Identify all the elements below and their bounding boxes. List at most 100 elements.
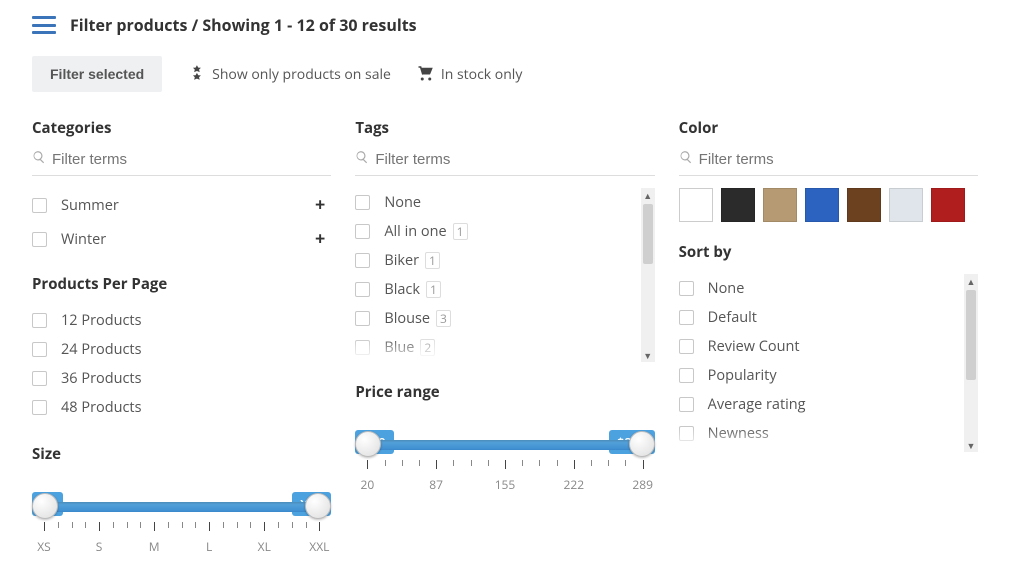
list-item[interactable]: 24 Products (32, 335, 331, 364)
price-handle-min[interactable] (355, 431, 381, 457)
color-search-input[interactable] (699, 151, 978, 168)
list-item[interactable]: Price: low to high (679, 448, 958, 452)
size-handle-max[interactable] (305, 493, 331, 519)
checkbox[interactable] (679, 339, 694, 354)
search-icon (679, 150, 693, 169)
item-label: Average rating (708, 395, 806, 414)
color-swatch[interactable] (847, 188, 881, 222)
tags-scroll-thumb[interactable] (643, 204, 653, 264)
list-item[interactable]: None (355, 188, 634, 217)
color-swatch[interactable] (679, 188, 713, 222)
checkbox[interactable] (355, 224, 370, 239)
list-item[interactable]: Black1 (355, 275, 634, 304)
checkbox[interactable] (355, 340, 370, 355)
list-item[interactable]: Blue2 (355, 333, 634, 362)
checkbox[interactable] (679, 426, 694, 441)
count-badge: 1 (425, 252, 440, 270)
tags-search-input[interactable] (375, 151, 654, 168)
list-item[interactable]: 12 Products (32, 306, 331, 335)
list-item[interactable]: Summer + (32, 188, 331, 222)
search-icon (355, 150, 369, 169)
checkbox[interactable] (355, 253, 370, 268)
color-swatch[interactable] (805, 188, 839, 222)
color-swatch[interactable] (763, 188, 797, 222)
expand-icon[interactable]: + (315, 227, 331, 251)
list-item[interactable]: 48 Products (32, 393, 331, 422)
in-stock-toggle[interactable]: In stock only (417, 64, 522, 85)
categories-search[interactable] (32, 150, 331, 176)
list-item[interactable]: Newness (679, 419, 958, 448)
item-label: None (384, 193, 421, 212)
checkbox[interactable] (32, 371, 47, 386)
scroll-up-icon[interactable]: ▲ (641, 188, 655, 202)
count-badge: 2 (420, 339, 435, 357)
list-item[interactable]: Popularity (679, 361, 958, 390)
size-tick-label: XL (258, 538, 271, 555)
list-item[interactable]: Review Count (679, 332, 958, 361)
item-label: Summer (61, 196, 119, 215)
sort-scrollbar[interactable]: ▲ ▼ (964, 274, 978, 452)
size-handle-min[interactable] (32, 493, 58, 519)
item-label: Popularity (708, 366, 777, 385)
scroll-down-icon[interactable]: ▼ (964, 438, 978, 452)
checkbox[interactable] (32, 400, 47, 415)
list-item[interactable]: None (679, 274, 958, 303)
on-sale-toggle[interactable]: Show only products on sale (188, 64, 391, 85)
checkbox[interactable] (32, 313, 47, 328)
checkbox[interactable] (679, 368, 694, 383)
sort-scrollbox: NoneDefault Review Count Popularity Average… (679, 274, 978, 452)
list-item[interactable]: All in one1 (355, 217, 634, 246)
tags-scrollbox: NoneAll in one1Biker1Black1Blouse3Blue2B… (355, 188, 654, 362)
tags-search[interactable] (355, 150, 654, 176)
menu-icon[interactable] (32, 16, 56, 34)
list-item[interactable]: Default (679, 303, 958, 332)
list-item[interactable]: Average rating (679, 390, 958, 419)
price-tick-label: 20 (360, 476, 374, 493)
item-label: 48 Products (61, 398, 142, 417)
on-sale-label: Show only products on sale (212, 65, 391, 84)
search-icon (32, 150, 46, 169)
checkbox[interactable] (679, 310, 694, 325)
checkbox[interactable] (32, 342, 47, 357)
ppp-title: Products Per Page (32, 274, 331, 294)
price-handle-max[interactable] (629, 431, 655, 457)
filter-selected-button[interactable]: Filter selected (32, 56, 162, 92)
checkbox[interactable] (355, 195, 370, 210)
item-label: Review Count (708, 337, 800, 356)
checkbox[interactable] (32, 232, 47, 247)
list-item[interactable]: Biker1 (355, 246, 634, 275)
item-label: Winter (61, 230, 106, 249)
categories-search-input[interactable] (52, 151, 331, 168)
tags-title: Tags (355, 118, 654, 138)
checkbox[interactable] (355, 311, 370, 326)
item-label: 12 Products (61, 311, 142, 330)
tags-scrollbar[interactable]: ▲ ▼ (641, 188, 655, 362)
scroll-up-icon[interactable]: ▲ (964, 274, 978, 288)
list-item[interactable]: 36 Products (32, 364, 331, 393)
item-label: 24 Products (61, 340, 142, 359)
item-label: Newness (708, 424, 769, 443)
color-swatch[interactable] (721, 188, 755, 222)
checkbox[interactable] (679, 397, 694, 412)
size-slider[interactable]: XS XXL XSSMLXLXXL (32, 492, 331, 554)
size-tick-label: L (206, 538, 212, 555)
checkbox[interactable] (32, 198, 47, 213)
checkbox[interactable] (355, 282, 370, 297)
list-item[interactable]: Blouse3 (355, 304, 634, 333)
scroll-down-icon[interactable]: ▼ (641, 348, 655, 362)
color-swatch[interactable] (889, 188, 923, 222)
checkbox[interactable] (679, 281, 694, 296)
list-item[interactable]: Winter + (32, 222, 331, 256)
size-tick-label: XXL (309, 538, 329, 555)
color-swatch[interactable] (931, 188, 965, 222)
sort-scroll-thumb[interactable] (966, 290, 976, 380)
size-tick-label: S (96, 538, 103, 555)
cart-icon (417, 64, 435, 85)
color-search[interactable] (679, 150, 978, 176)
color-title: Color (679, 118, 978, 138)
count-badge: 3 (436, 310, 451, 328)
price-slider[interactable]: $20 $289 2087155222289 (355, 430, 654, 492)
sort-title: Sort by (679, 242, 978, 262)
expand-icon[interactable]: + (315, 193, 331, 217)
count-badge: 1 (453, 223, 468, 241)
